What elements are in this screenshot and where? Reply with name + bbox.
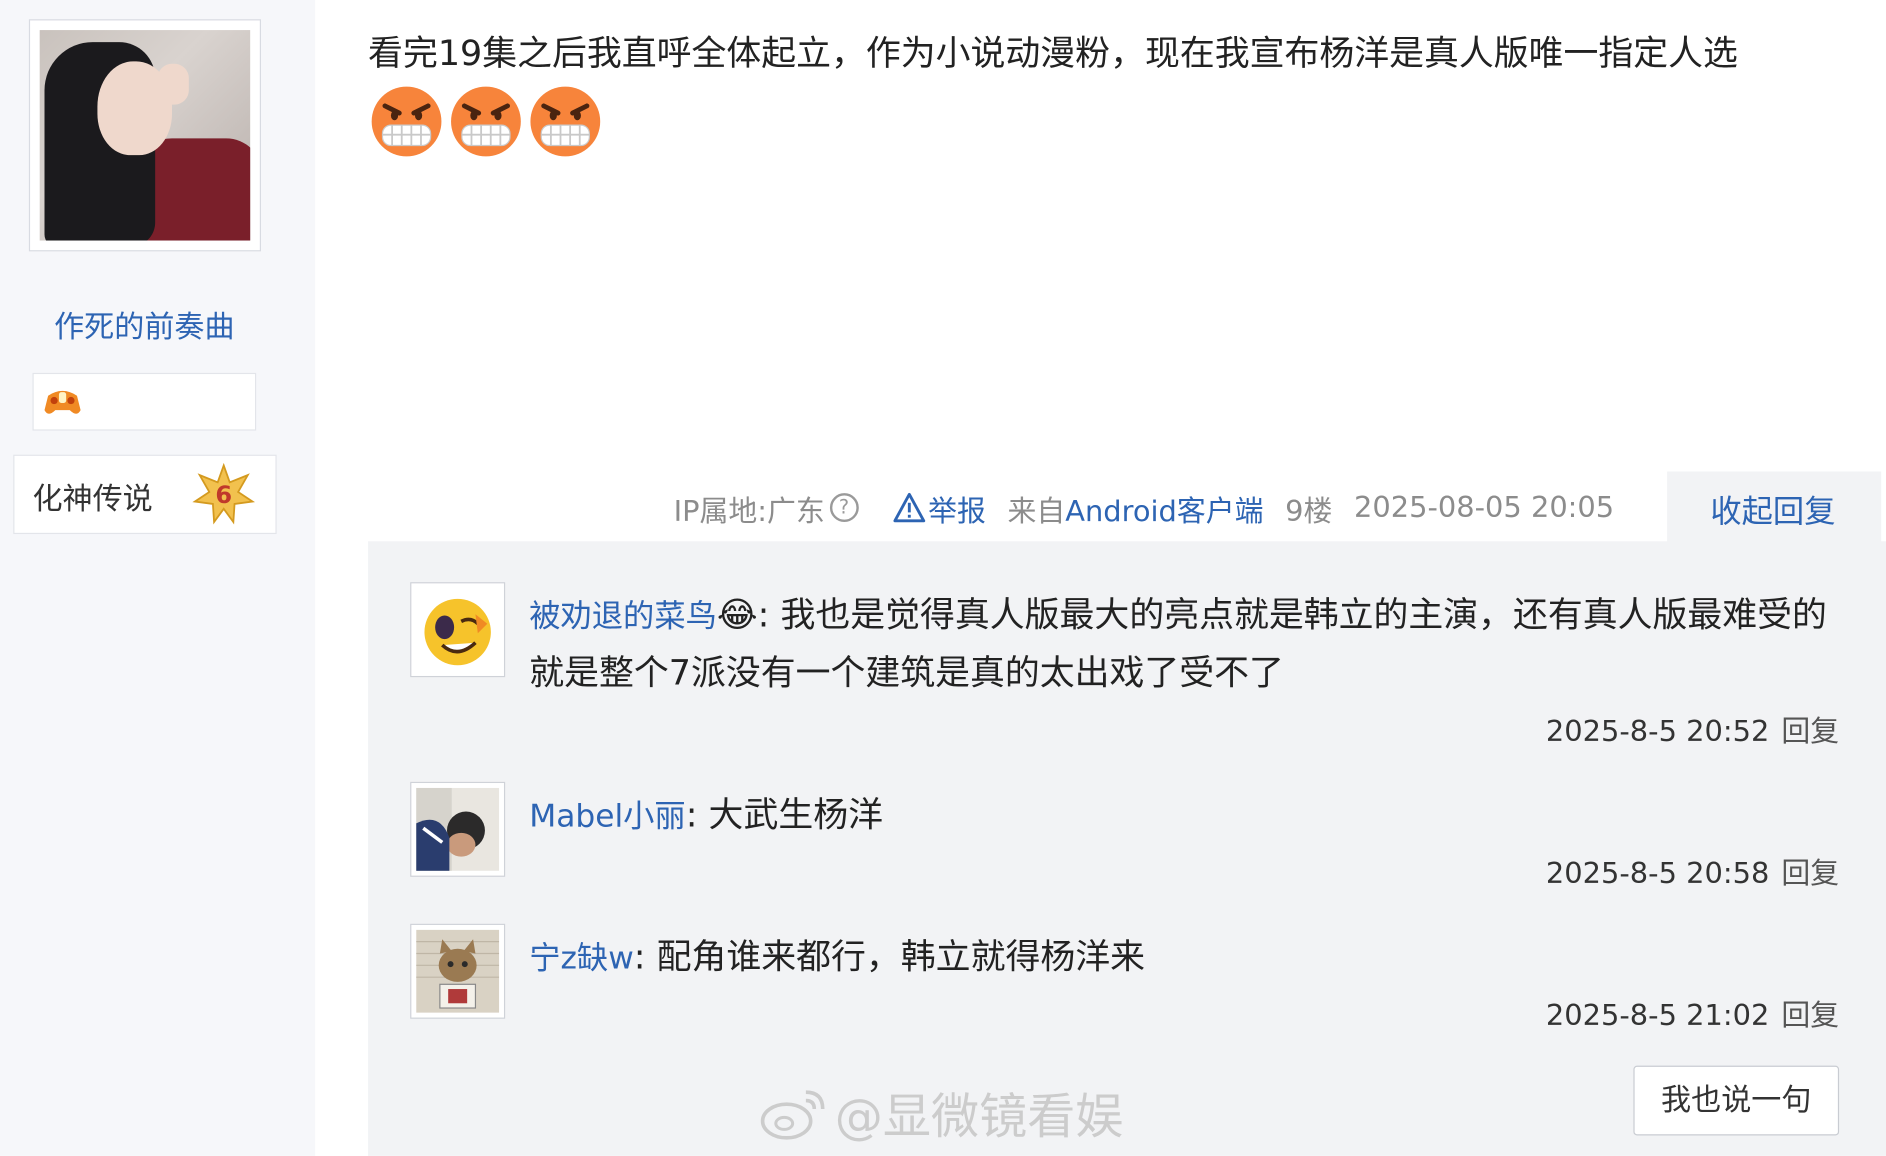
level-star-icon: 6 [192,463,255,525]
ip-location: IP属地:广东 [673,493,825,528]
level-title: 化神传说 [32,481,153,517]
floor-number: 9楼 [1285,493,1333,528]
reply-separator: : [757,594,781,636]
reply-separator: : [685,793,709,835]
say-something-button[interactable]: 我也说一句 [1633,1065,1840,1136]
reply-separator: : [633,935,657,977]
reply-text: Mabel小丽: 大武生杨洋 [529,787,1846,845]
angry-grin-icon [530,86,601,157]
reply-meta: 2025-8-5 21:02 回复 [1546,991,1839,1033]
level-box[interactable]: 化神传说 6 [13,454,277,535]
username-link[interactable]: 作死的前奏曲 [0,303,289,346]
reply-username-emoji: 😂 [716,594,758,636]
level-number: 6 [215,481,232,509]
badge-box [32,372,257,431]
warning-icon[interactable] [892,492,926,523]
angry-grin-icon [451,86,521,157]
collapse-replies-link[interactable]: 收起回复 [1710,487,1835,532]
wink-emoji-avatar [416,588,500,672]
person-photo-avatar [416,787,500,871]
reply-avatar[interactable] [410,781,506,877]
cat-photo-avatar [416,929,500,1013]
watermark: @显微镜看娱 [758,1078,1124,1148]
reply-avatar[interactable] [410,923,506,1019]
reply-text: 被劝退的菜鸟😂: 我也是觉得真人版最大的亮点就是韩立的主演，还有真人版最难受的就… [529,587,1846,700]
help-icon[interactable]: ? [829,493,859,523]
reply-avatar[interactable] [410,582,506,678]
reply-username[interactable]: 宁z缺w [529,941,634,977]
post-meta: IP属地:广东 ? 举报 来自 Android客户端 9楼 2025-08-05… [674,486,1615,529]
reply-button[interactable]: 回复 [1781,714,1839,748]
client-link[interactable]: Android客户端 [1065,487,1263,529]
post-content: 看完19集之后我直呼全体起立，作为小说动漫粉，现在我宣布杨洋是真人版唯一指定人选 [368,32,1738,74]
gamepad-badge-icon[interactable] [43,386,81,417]
reply-content: 配角谁来都行，韩立就得杨洋来 [656,935,1145,977]
reply-username[interactable]: Mabel小丽 [529,799,685,835]
avatar-photo [39,30,251,241]
report-link[interactable]: 举报 [928,487,986,529]
weibo-logo-icon [760,1090,825,1140]
reply-content: 大武生杨洋 [708,793,883,835]
from-prefix: 来自 [1007,493,1066,528]
reply-meta: 2025-8-5 20:58 回复 [1546,849,1839,891]
reply-button[interactable]: 回复 [1781,856,1839,890]
reply-username[interactable]: 被劝退的菜鸟 [529,599,717,635]
reply-text: 宁z缺w: 配角谁来都行，韩立就得杨洋来 [529,929,1846,987]
user-avatar[interactable] [28,19,262,252]
post-datetime: 2025-08-05 20:05 [1354,490,1615,525]
reply-time: 2025-8-5 20:52 [1545,714,1770,749]
reply-button[interactable]: 回复 [1781,998,1839,1032]
post-floor: 作死的前奏曲 化神传说 6 看完19集之后我直呼全体起立，作为小说动漫粉，现在我… [0,0,1886,1156]
user-sidebar: 作死的前奏曲 化神传说 6 [0,0,316,1156]
reply-time: 2025-8-5 21:02 [1545,998,1770,1033]
reply-time: 2025-8-5 20:58 [1545,856,1770,891]
angry-grin-icon [371,86,442,157]
post-emojis [368,82,604,159]
watermark-text: @显微镜看娱 [834,1089,1124,1146]
reply-meta: 2025-8-5 20:52 回复 [1546,707,1839,749]
